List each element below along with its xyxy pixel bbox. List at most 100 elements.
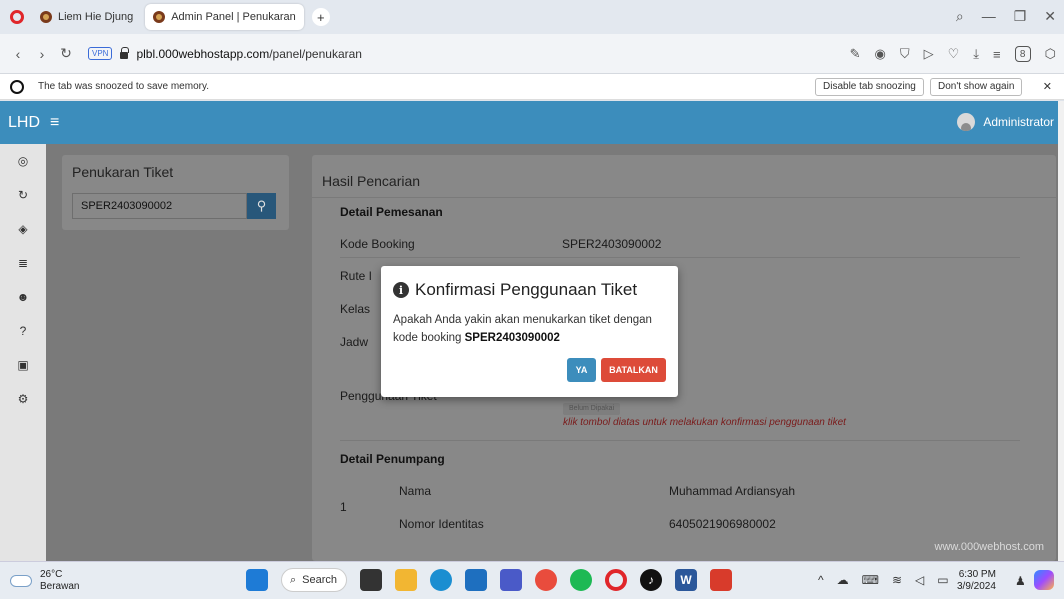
app-navbar: LHD ≡ Administrator <box>0 101 1064 144</box>
new-tab-button[interactable]: + <box>311 8 330 26</box>
heart-icon[interactable]: ♡ <box>948 46 960 62</box>
onedrive-icon[interactable]: ☁ <box>837 573 849 587</box>
minimize-icon[interactable]: — <box>982 8 996 25</box>
divider <box>340 257 1020 258</box>
modal-title-text: Konfirmasi Penggunaan Tiket <box>415 280 638 299</box>
modal-title: i Konfirmasi Penggunaan Tiket <box>393 280 637 300</box>
taskbar-search[interactable]: ⌕ Search <box>281 568 347 592</box>
address-bar: ‹ › ↻ VPN plbl.000webhostapp.com/panel/p… <box>0 34 1064 74</box>
download-icon[interactable]: ⤓ <box>973 46 979 62</box>
edge-icon[interactable] <box>430 569 452 591</box>
cloud-icon <box>10 575 32 587</box>
opera-icon[interactable] <box>605 569 627 591</box>
windows-start-icon[interactable] <box>246 569 268 591</box>
url-field[interactable]: plbl.000webhostapp.com/panel/penukaran <box>136 47 362 61</box>
refresh-icon[interactable]: ↻ <box>0 178 46 212</box>
dashboard-icon[interactable]: ◎ <box>0 144 46 178</box>
taskbar-apps: ⌕ Search ♪ W <box>246 568 732 592</box>
snap-icon[interactable]: ❐ <box>1014 8 1027 25</box>
edit-icon[interactable]: ✎ <box>850 46 861 62</box>
shield-icon[interactable]: ⛉ <box>900 46 910 62</box>
camera-icon[interactable]: ◉ <box>875 46 886 62</box>
task-view-icon[interactable] <box>360 569 382 591</box>
tab-title: Admin Panel | Penukaran <box>171 11 296 23</box>
row-label: Jadw <box>340 335 369 349</box>
users-icon[interactable]: ☻ <box>0 280 46 314</box>
sidebar-toggle-icon[interactable]: ≡ <box>50 114 59 132</box>
penukaran-panel: Penukaran Tiket SPER2403090002 ⚲ <box>62 155 289 230</box>
copilot-icon[interactable] <box>1034 570 1054 590</box>
tiktok-icon[interactable]: ♪ <box>640 569 662 591</box>
watermark: www.000webhost.com <box>934 541 1044 553</box>
profile-icon[interactable]: 8 <box>1014 46 1031 62</box>
word-icon[interactable]: W <box>675 569 697 591</box>
vpn-badge[interactable]: VPN <box>88 47 113 60</box>
time: 6:30 PM <box>958 569 996 580</box>
passenger-index: 1 <box>340 500 347 514</box>
lock-icon[interactable] <box>120 47 130 59</box>
modal-booking-code: SPER2403090002 <box>464 332 560 344</box>
disable-snoozing-button[interactable]: Disable tab snoozing <box>815 78 924 96</box>
acrobat-icon[interactable] <box>710 569 732 591</box>
modal-body: Apakah Anda yakin akan menukarkan tiket … <box>393 311 668 347</box>
cancel-button[interactable]: BATALKAN <box>601 358 666 382</box>
row-label: Kode Booking <box>340 237 415 251</box>
weather-text: Berawan <box>40 581 80 592</box>
search-button[interactable]: ⚲ <box>247 193 276 219</box>
ticket-icon[interactable]: ◈ <box>0 212 46 246</box>
send-icon[interactable]: ▷ <box>924 46 934 62</box>
help-icon[interactable]: ? <box>0 314 46 348</box>
window-controls: ⌕ — ❐ ✕ <box>956 8 1056 25</box>
file-explorer-icon[interactable] <box>395 569 417 591</box>
clock[interactable]: 6:30 PM 3/9/2024 <box>957 569 996 593</box>
temperature: 26°C <box>40 569 63 580</box>
wifi-icon[interactable]: ≋ <box>892 573 902 587</box>
passenger-value: Muhammad Ardiansyah <box>669 484 796 498</box>
chrome-icon[interactable] <box>535 569 557 591</box>
close-window-icon[interactable]: ✕ <box>1044 8 1056 25</box>
system-tray: ^ ☁ ⌨ ≋ ◁ ▭ <box>818 573 949 587</box>
bus-icon[interactable]: ▣ <box>0 348 46 382</box>
tab-admin-panel[interactable]: Admin Panel | Penukaran <box>145 4 304 30</box>
snooze-message: The tab was snoozed to save memory. <box>38 81 210 92</box>
keyboard-icon[interactable]: ⌨ <box>862 573 879 587</box>
panel-title: Penukaran Tiket <box>72 164 174 180</box>
forward-icon[interactable]: › <box>36 46 48 62</box>
reload-icon[interactable]: ↻ <box>60 45 72 62</box>
opera-logo-icon[interactable] <box>10 10 24 24</box>
brand-logo[interactable]: LHD <box>8 114 40 132</box>
user-menu[interactable]: Administrator <box>957 113 1054 131</box>
spotify-icon[interactable] <box>570 569 592 591</box>
page-scrollbar[interactable] <box>1058 101 1064 561</box>
row-label: Rute I <box>340 269 373 283</box>
app-icon[interactable] <box>500 569 522 591</box>
notification-bell-icon[interactable]: ♟ <box>1015 574 1026 588</box>
booking-search-input[interactable]: SPER2403090002 <box>72 193 247 219</box>
site-favicon-icon <box>40 11 52 23</box>
passenger-section-title: Detail Penumpang <box>340 452 445 466</box>
volume-icon[interactable]: ◁ <box>915 573 924 587</box>
browser-tab-bar: Liem Hie Djung Admin Panel | Penukaran +… <box>0 0 1064 34</box>
close-icon[interactable]: ✕ <box>1043 80 1052 93</box>
taskbar-search-label: Search <box>302 574 338 586</box>
database-icon[interactable]: ≣ <box>0 246 46 280</box>
search-tabs-icon[interactable]: ⌕ <box>956 8 964 25</box>
tab-liem-hie-djung[interactable]: Liem Hie Djung <box>32 4 141 30</box>
extension-icon[interactable]: ⬡ <box>1045 46 1056 62</box>
usage-hint: klik tombol diatas untuk melakukan konfi… <box>563 417 846 428</box>
passenger-value: 6405021906980002 <box>669 517 776 531</box>
passenger-label: Nama <box>399 484 432 498</box>
weather-widget[interactable]: 26°C Berawan <box>10 569 79 593</box>
store-icon[interactable] <box>465 569 487 591</box>
back-icon[interactable]: ‹ <box>12 46 24 62</box>
menu-icon[interactable]: ≡ <box>993 47 1001 62</box>
url-path: /panel/penukaran <box>269 46 362 61</box>
gear-icon[interactable]: ⚙ <box>0 382 46 416</box>
dont-show-again-button[interactable]: Don't show again <box>930 78 1023 96</box>
info-icon: i <box>393 282 409 298</box>
result-title: Hasil Pencarian <box>322 173 421 189</box>
confirm-yes-button[interactable]: YA <box>567 358 596 382</box>
url-domain: plbl.000webhostapp.com <box>136 46 270 61</box>
battery-icon[interactable]: ▭ <box>937 573 948 587</box>
chevron-up-icon[interactable]: ^ <box>818 573 824 587</box>
